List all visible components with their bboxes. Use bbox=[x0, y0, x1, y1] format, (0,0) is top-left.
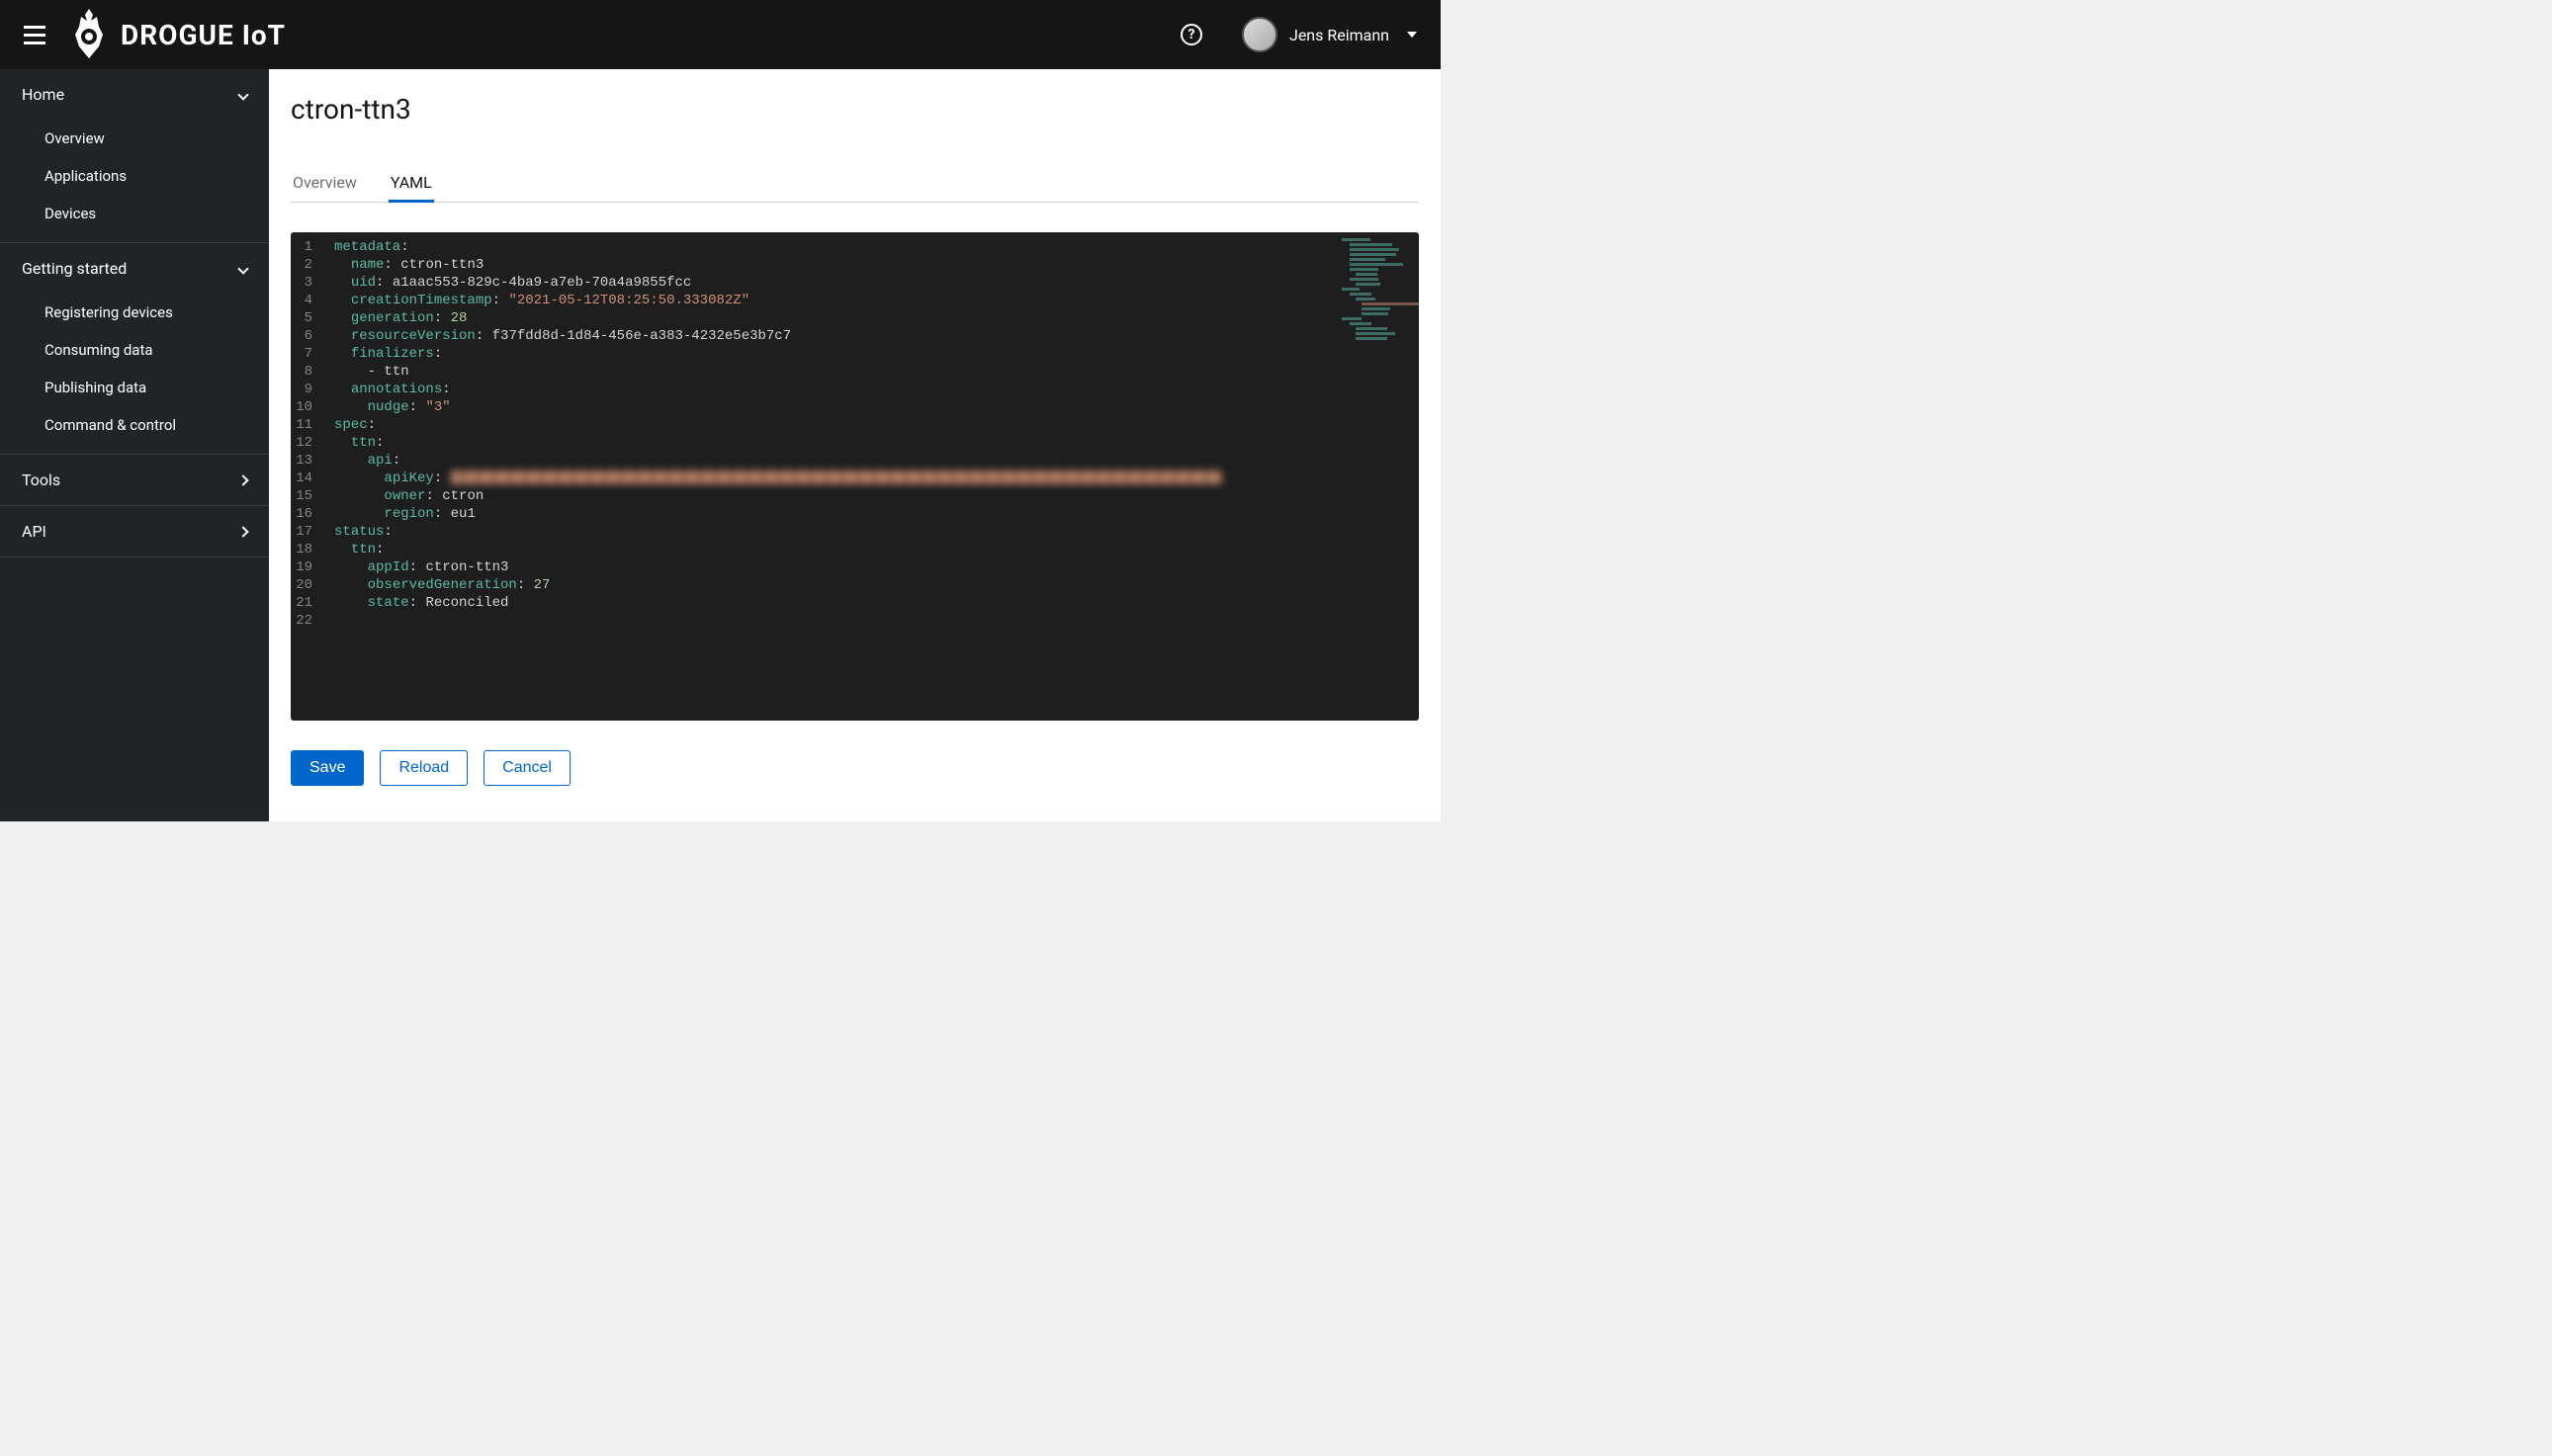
nav-section-label: Tools bbox=[22, 471, 60, 489]
nav-item-overview[interactable]: Overview bbox=[0, 120, 269, 157]
chevron-down-icon bbox=[237, 89, 248, 100]
nav-item-consuming-data[interactable]: Consuming data bbox=[0, 331, 269, 369]
user-menu[interactable]: Jens Reimann bbox=[1242, 17, 1417, 52]
line-numbers: 12345678910111213141516171819202122 bbox=[291, 238, 334, 715]
reload-button[interactable]: Reload bbox=[380, 750, 468, 786]
top-header: DROGUE IoT ? Jens Reimann bbox=[0, 0, 1441, 69]
brand-text: DROGUE IoT bbox=[121, 19, 286, 51]
nav-item-applications[interactable]: Applications bbox=[0, 157, 269, 195]
tab-overview[interactable]: Overview bbox=[291, 165, 359, 203]
nav-section-label: Getting started bbox=[22, 259, 127, 278]
brand-logo[interactable]: DROGUE IoT bbox=[69, 7, 286, 62]
page-title: ctron-ttn3 bbox=[291, 93, 1419, 126]
code-content[interactable]: metadata: name: ctron-ttn3 uid: a1aac553… bbox=[334, 238, 1419, 715]
hamburger-icon[interactable] bbox=[24, 26, 45, 44]
nav-section-tools[interactable]: Tools bbox=[0, 455, 269, 506]
nav-item-command-control[interactable]: Command & control bbox=[0, 406, 269, 444]
nav-item-publishing-data[interactable]: Publishing data bbox=[0, 369, 269, 406]
nav-section-home[interactable]: Home bbox=[0, 69, 269, 120]
nav-section-api[interactable]: API bbox=[0, 506, 269, 557]
save-button[interactable]: Save bbox=[291, 750, 364, 786]
help-icon[interactable]: ? bbox=[1181, 24, 1202, 45]
yaml-editor[interactable]: 12345678910111213141516171819202122 meta… bbox=[291, 232, 1419, 721]
tabs: Overview YAML bbox=[291, 165, 1419, 203]
nav-item-devices[interactable]: Devices bbox=[0, 195, 269, 232]
main-content: ctron-ttn3 Overview YAML 1234567891011121… bbox=[269, 69, 1441, 821]
nav-section-getting-started[interactable]: Getting started bbox=[0, 243, 269, 294]
chevron-down-icon bbox=[237, 263, 248, 274]
cancel-button[interactable]: Cancel bbox=[484, 750, 571, 786]
sidebar: Home OverviewApplicationsDevices Getting s… bbox=[0, 69, 269, 821]
tab-yaml[interactable]: YAML bbox=[389, 165, 434, 203]
avatar bbox=[1242, 17, 1277, 52]
nav-section-label: API bbox=[22, 522, 46, 541]
user-name: Jens Reimann bbox=[1289, 26, 1389, 44]
action-bar: Save Reload Cancel bbox=[291, 750, 1419, 786]
minimap[interactable] bbox=[1342, 238, 1413, 347]
drogue-logo-icon bbox=[69, 7, 109, 62]
nav-item-registering-devices[interactable]: Registering devices bbox=[0, 294, 269, 331]
chevron-right-icon bbox=[237, 474, 248, 485]
nav-section-label: Home bbox=[22, 85, 64, 104]
caret-down-icon bbox=[1407, 32, 1417, 38]
chevron-right-icon bbox=[237, 526, 248, 537]
